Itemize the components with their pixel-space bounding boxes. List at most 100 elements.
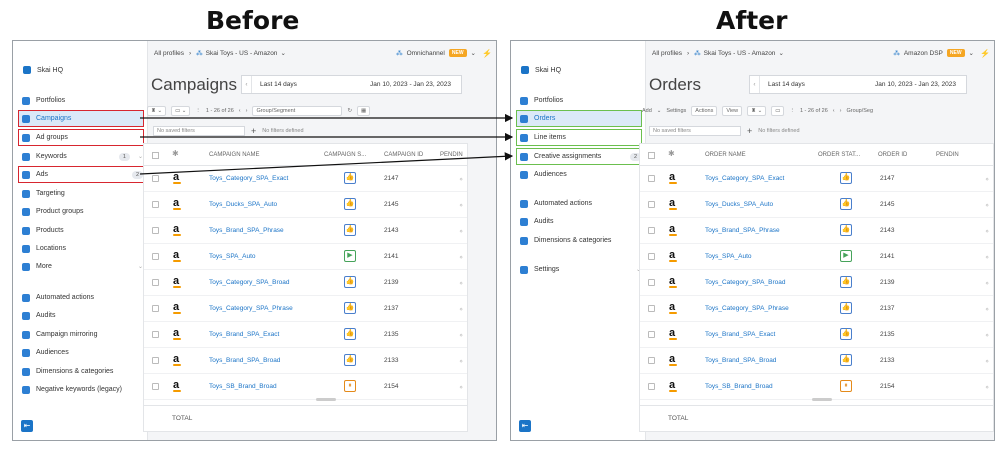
sidebar-item-automated-actions[interactable]: Automated actions [517,196,641,211]
row-name-link[interactable]: Toys_Category_SPA_Exact [705,175,784,182]
date-range-picker[interactable]: ‹ Last 14 days Jan 10, 2023 - Jan 23, 20… [749,75,967,94]
hat-icon[interactable]: ♜ ⌄ [147,106,167,116]
sidebar-item-audiences[interactable]: Audiences [517,167,641,182]
sidebar-item-line-items[interactable]: Line items [516,129,642,146]
more-vertical-icon[interactable]: ⋮ [195,108,201,114]
col-name[interactable]: CAMPAIGN NAME [209,152,260,158]
row-name-link[interactable]: Toys_Brand_SPA_Exact [209,331,279,338]
table-row[interactable]: a Toys_Category_SPA_Exact 👍 2147 ⋄ [640,166,993,192]
sidebar-item-ad-groups[interactable]: Ad groups [18,129,144,146]
row-name-link[interactable]: Toys_Category_SPA_Phrase [209,305,293,312]
sidebar-item-locations[interactable]: Locations [19,241,143,256]
refresh-icon[interactable]: ↻ [347,108,352,114]
add-filter-icon[interactable]: + [747,126,752,136]
table-row[interactable]: a Toys_Brand_SPA_Broad 👍 2133 ⋄ [144,348,467,374]
row-checkbox[interactable] [648,331,655,338]
sidebar-item-audiences[interactable]: Audiences [19,345,143,360]
row-checkbox[interactable] [648,201,655,208]
row-more-icon[interactable]: ⋄ [985,228,989,235]
row-name-link[interactable]: Toys_Brand_SPA_Phrase [209,227,284,234]
date-range-picker[interactable]: ‹ Last 14 days Jan 10, 2023 - Jan 23, 20… [241,75,462,94]
row-checkbox[interactable] [152,331,159,338]
thumbs-up-icon[interactable]: 👍 [344,276,356,288]
play-icon[interactable]: ▶ [344,250,356,262]
row-name-link[interactable]: Toys_SB_Brand_Broad [209,383,277,390]
star-icon[interactable]: ✱ [172,149,179,158]
pager-next-icon[interactable]: › [840,108,842,114]
row-checkbox[interactable] [648,279,655,286]
select-all-checkbox[interactable] [152,152,159,159]
sidebar-item-portfolios[interactable]: Portfolios [19,93,143,108]
saved-filters-select[interactable]: No saved filters [649,126,741,136]
row-checkbox[interactable] [648,175,655,182]
row-more-icon[interactable]: ⋄ [459,332,463,339]
row-more-icon[interactable]: ⋄ [459,384,463,391]
table-row[interactable]: a Toys_Category_SPA_Broad 👍 2139 ⋄ [144,270,467,296]
table-row[interactable]: a Toys_SB_Brand_Broad ⏸ 2154 ⋄ [144,374,467,400]
row-checkbox[interactable] [152,383,159,390]
lightning-icon[interactable]: ⚡ [482,49,492,58]
lightning-icon[interactable]: ⚡ [980,49,990,58]
row-checkbox[interactable] [152,201,159,208]
sidebar-item-audits[interactable]: Audits [517,214,641,229]
row-more-icon[interactable]: ⋄ [459,228,463,235]
org-switcher[interactable]: Skai HQ [521,66,561,74]
row-name-link[interactable]: Toys_Ducks_SPA_Auto [705,201,773,208]
row-name-link[interactable]: Toys_Brand_SPA_Broad [209,357,280,364]
sidebar-item-dimensions[interactable]: Dimensions & categories [19,364,143,379]
sidebar-item-more[interactable]: More ⌄ [19,259,143,274]
columns-icon[interactable]: ▭ [771,106,785,116]
pager-next-icon[interactable]: › [246,108,248,114]
sidebar-item-dimensions[interactable]: Dimensions & categories [517,233,641,248]
thumbs-up-icon[interactable]: 👍 [840,276,852,288]
sidebar-item-orders[interactable]: Orders [516,110,642,127]
table-row[interactable]: a Toys_SB_Brand_Broad ⏸ 2154 ⋄ [640,374,993,400]
all-profiles-link[interactable]: All profiles [652,50,682,57]
all-profiles-link[interactable]: All profiles [154,50,184,57]
thumbs-up-icon[interactable]: 👍 [344,172,356,184]
sidebar-item-negative-keywords[interactable]: Negative keywords (legacy) [19,382,143,397]
table-row[interactable]: a Toys_Brand_SPA_Exact 👍 2135 ⋄ [144,322,467,348]
chevron-left-icon[interactable]: ‹ [242,76,252,93]
table-row[interactable]: a Toys_Ducks_SPA_Auto 👍 2145 ⋄ [640,192,993,218]
row-name-link[interactable]: Toys_Category_SPA_Broad [705,279,785,286]
add-button[interactable]: Add [642,108,652,114]
row-name-link[interactable]: Toys_Category_SPA_Phrase [705,305,789,312]
sidebar-item-product-groups[interactable]: Product groups [19,204,143,219]
columns-icon[interactable]: ▭ ⌄ [171,106,191,116]
col-status[interactable]: ORDER STAT... [818,152,860,158]
row-more-icon[interactable]: ⋄ [985,306,989,313]
settings-button[interactable]: Settings [666,108,686,114]
row-more-icon[interactable]: ⋄ [459,254,463,261]
row-checkbox[interactable] [648,227,655,234]
sidebar-item-campaigns[interactable]: Campaigns [18,110,144,127]
collapse-sidebar-icon[interactable]: ⇤ [21,420,33,432]
grid-view-icon[interactable]: ▦ [357,106,371,116]
star-icon[interactable]: ✱ [668,149,675,158]
table-row[interactable]: a Toys_Brand_SPA_Phrase 👍 2143 ⋄ [640,218,993,244]
row-more-icon[interactable]: ⋄ [985,358,989,365]
row-more-icon[interactable]: ⋄ [985,202,989,209]
table-row[interactable]: a Toys_Ducks_SPA_Auto 👍 2145 ⋄ [144,192,467,218]
table-row[interactable]: a Toys_Category_SPA_Phrase 👍 2137 ⋄ [640,296,993,322]
table-row[interactable]: a Toys_SPA_Auto ▶ 2141 ⋄ [640,244,993,270]
row-checkbox[interactable] [152,305,159,312]
thumbs-up-icon[interactable]: 👍 [840,328,852,340]
table-row[interactable]: a Toys_Brand_SPA_Exact 👍 2135 ⋄ [640,322,993,348]
sidebar-item-audits[interactable]: Audits [19,308,143,323]
account-selector[interactable]: ⁂ Skai Toys - US - Amazon ⌄ [694,49,784,58]
thumbs-up-icon[interactable]: 👍 [344,198,356,210]
row-more-icon[interactable]: ⋄ [985,280,989,287]
row-name-link[interactable]: Toys_SPA_Auto [209,253,256,260]
sidebar-item-portfolios[interactable]: Portfolios [517,93,641,108]
horizontal-scrollbar[interactable] [316,398,336,401]
chevron-left-icon[interactable]: ‹ [750,76,760,93]
col-pending[interactable]: PENDIN [936,152,959,158]
thumbs-up-icon[interactable]: 👍 [344,302,356,314]
saved-filters-select[interactable]: No saved filters [153,126,245,136]
table-row[interactable]: a Toys_Category_SPA_Phrase 👍 2137 ⋄ [144,296,467,322]
pager-prev-icon[interactable]: ‹ [239,108,241,114]
thumbs-up-icon[interactable]: 👍 [840,198,852,210]
channel-name[interactable]: Amazon DSP [904,50,943,57]
play-icon[interactable]: ▶ [840,250,852,262]
